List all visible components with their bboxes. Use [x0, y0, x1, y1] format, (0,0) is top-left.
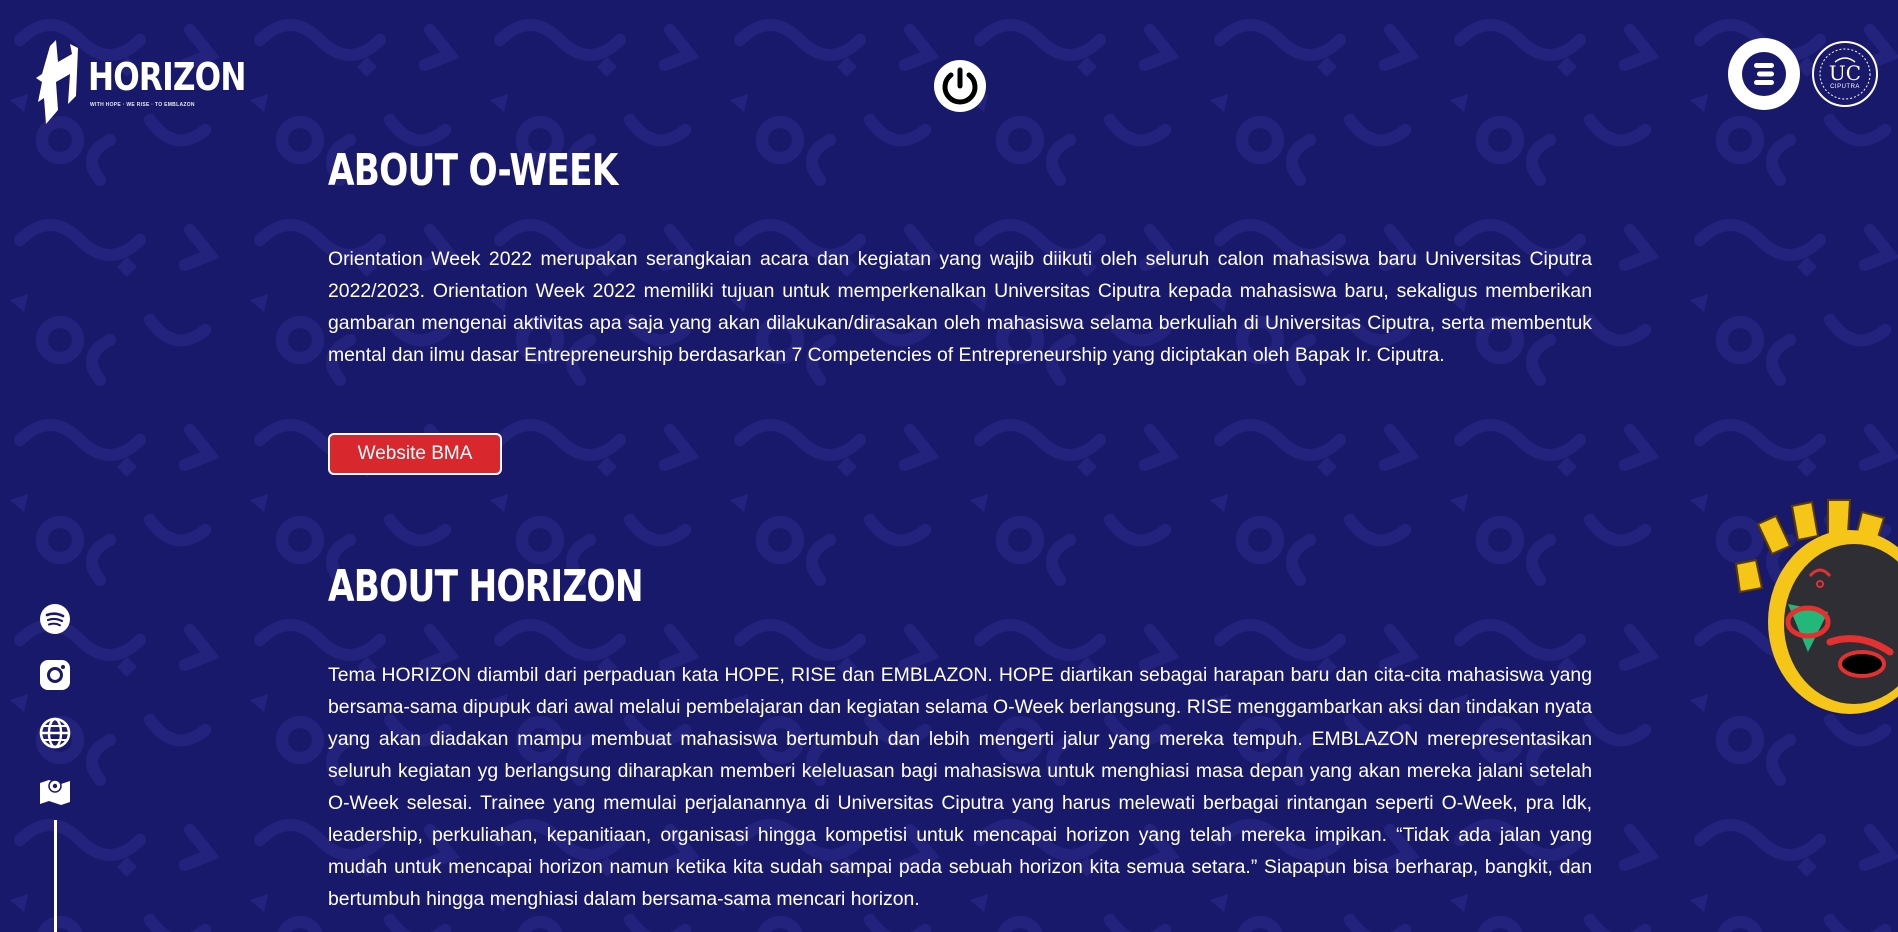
- about-horizon-section: ABOUT HORIZON: [328, 562, 1592, 612]
- globe-icon: [39, 717, 71, 749]
- instagram-link[interactable]: [38, 658, 72, 697]
- about-horizon-body: Tema HORIZON diambil dari perpaduan kata…: [328, 659, 1592, 915]
- spotify-icon: [40, 604, 70, 634]
- o-week-logo[interactable]: [1728, 38, 1800, 110]
- about-horizon-title: ABOUT HORIZON: [328, 561, 644, 612]
- about-oweek-text: Orientation Week 2022 merupakan serangka…: [328, 248, 1592, 366]
- uc-seal-subtext: CIPUTRA: [1830, 84, 1860, 90]
- map-link[interactable]: [38, 774, 72, 813]
- power-icon: [942, 67, 978, 105]
- o-week-logo-icon: [1742, 52, 1786, 96]
- horizon-emblem-icon: [36, 40, 78, 124]
- horizon-logo[interactable]: HORIZON WITH HOPE · WE RISE · TO EMBLAZO…: [36, 38, 246, 128]
- mask-illustration: [1734, 499, 1898, 714]
- map-icon: [40, 779, 70, 805]
- scroll-indicator-line: [54, 820, 57, 932]
- power-button[interactable]: [934, 60, 986, 112]
- uc-seal-text: UC: [1828, 61, 1862, 85]
- about-oweek-title: ABOUT O-WEEK: [328, 145, 618, 196]
- about-oweek-body: Orientation Week 2022 merupakan serangka…: [328, 243, 1592, 371]
- about-oweek-section: ABOUT O-WEEK: [328, 146, 1592, 196]
- website-link[interactable]: [38, 716, 72, 755]
- universitas-ciputra-seal[interactable]: UC CIPUTRA: [1811, 40, 1879, 108]
- about-horizon-text: Tema HORIZON diambil dari perpaduan kata…: [328, 664, 1592, 910]
- instagram-icon: [40, 660, 70, 690]
- spotify-link[interactable]: [38, 602, 72, 641]
- logo-tagline: WITH HOPE · WE RISE · TO EMBLAZON: [90, 102, 195, 108]
- logo-wordmark: HORIZON: [88, 55, 246, 99]
- website-bma-button[interactable]: Website BMA: [328, 433, 502, 475]
